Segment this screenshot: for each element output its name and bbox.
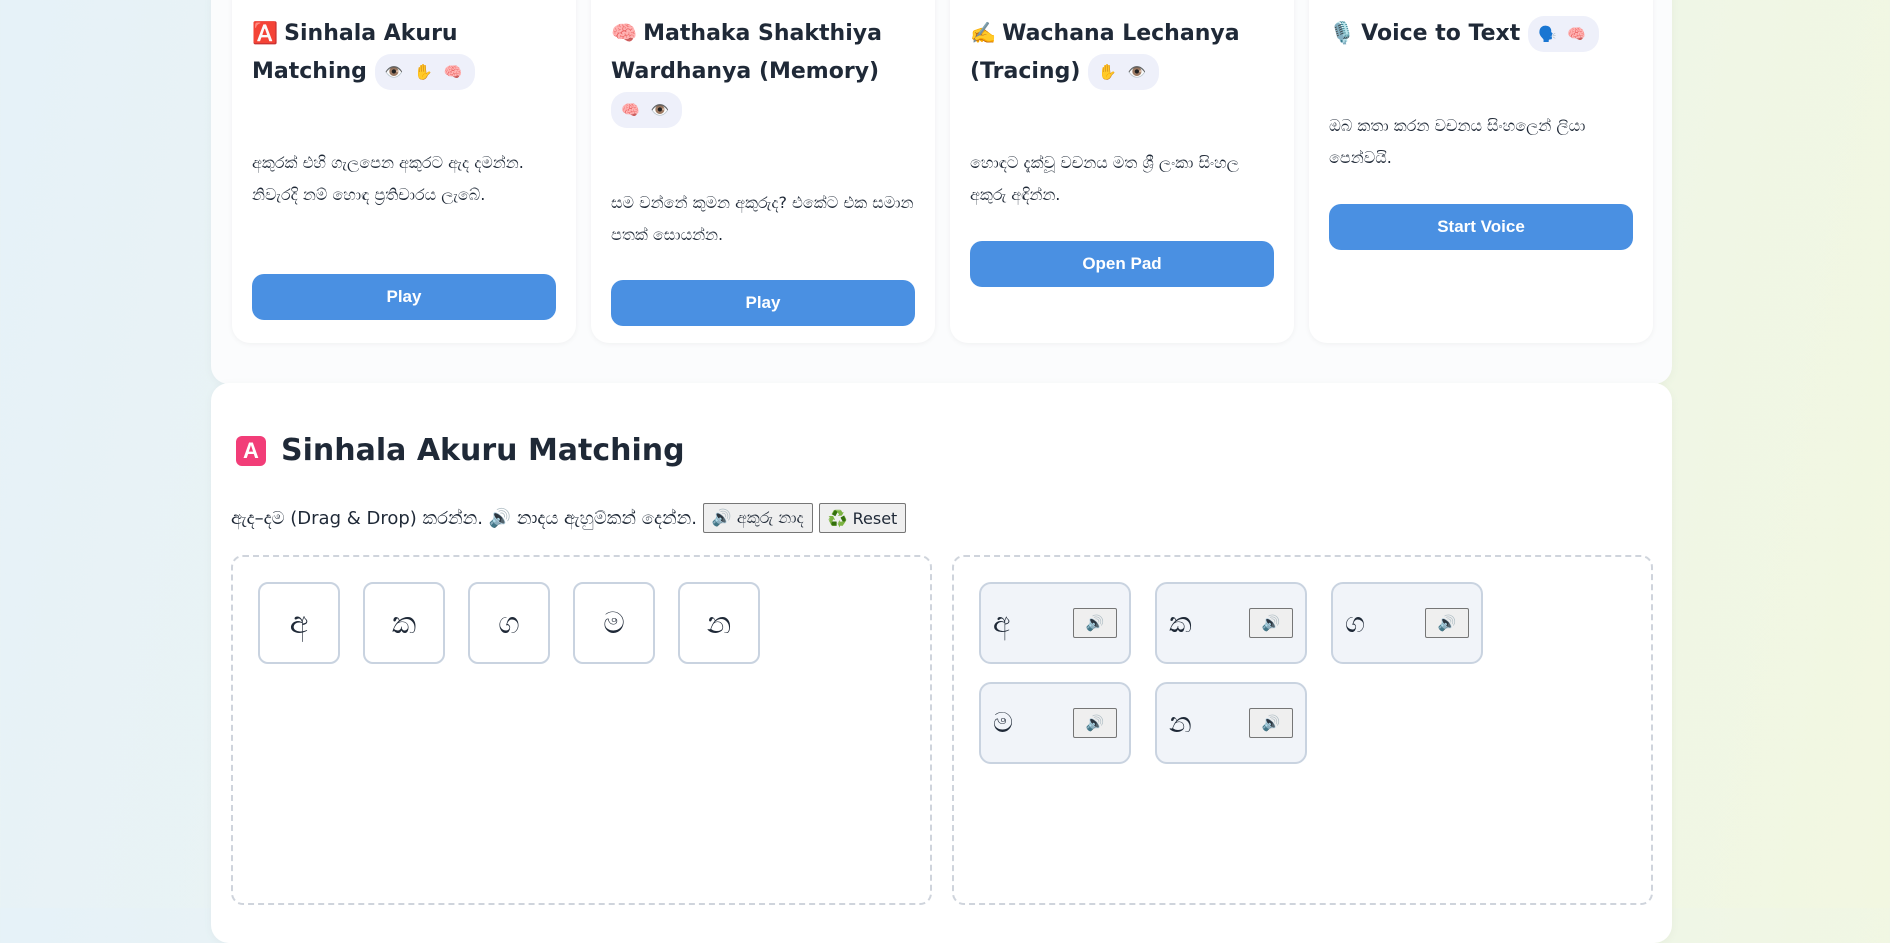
card-title: 🅰️ Sinhala Akuru Matching 👁️ ✋ 🧠 bbox=[252, 14, 568, 91]
speaker-icon[interactable]: 🔊 bbox=[1073, 608, 1117, 638]
play-button[interactable]: Play bbox=[611, 280, 915, 326]
play-letter-sounds-button[interactable]: 🔊 අකුරු නාද bbox=[702, 503, 813, 533]
letter-a-icon: A bbox=[236, 435, 266, 466]
writing-hand-icon: ✍️ bbox=[970, 21, 997, 45]
speaker-icon[interactable]: 🔊 bbox=[1073, 708, 1117, 738]
source-letters-zone[interactable]: අ ක ග ම න bbox=[231, 555, 932, 905]
brain-icon: 🧠 bbox=[611, 21, 638, 45]
draggable-letter-tile[interactable]: න bbox=[678, 582, 760, 664]
target-letter: න bbox=[1169, 706, 1192, 739]
speaker-icon[interactable]: 🔊 bbox=[1425, 608, 1469, 638]
card-title: ✍️ Wachana Lechanya (Tracing) ✋ 👁️ bbox=[970, 14, 1286, 91]
speaker-icon[interactable]: 🔊 bbox=[1249, 608, 1293, 638]
card-description: ඔබ කතා කරන වචනය සිංහලෙන් ලියා පෙන්වයි. bbox=[1329, 116, 1586, 167]
letter-a-icon: 🅰️ bbox=[252, 21, 279, 45]
target-drop-zone[interactable]: අ 🔊 ක 🔊 ග 🔊 ම 🔊 න 🔊 bbox=[952, 555, 1653, 905]
target-letter: ග bbox=[1345, 606, 1366, 639]
drop-target[interactable]: අ 🔊 bbox=[979, 582, 1131, 664]
start-voice-button[interactable]: Start Voice bbox=[1329, 204, 1633, 250]
games-panel: 🅰️ Sinhala Akuru Matching 👁️ ✋ 🧠 අකුරක් එ… bbox=[211, 0, 1672, 384]
drop-target[interactable]: ම 🔊 bbox=[979, 682, 1131, 764]
card-description: හොඳට දැක්වූ වචනය මත ශ්‍රී ලංකා සිංහල අකු… bbox=[970, 153, 1239, 204]
card-title: 🎙️ Voice to Text 🗣️ 🧠 bbox=[1329, 14, 1645, 53]
card-description: අකුරක් එහි ගැලපෙන අකුරට ඇද දමන්න. නිවැරද… bbox=[252, 153, 524, 204]
page-title: A Sinhala Akuru Matching bbox=[236, 433, 685, 468]
target-letter: අ bbox=[993, 606, 1011, 639]
draggable-letter-tile[interactable]: ග bbox=[468, 582, 550, 664]
speaker-icon[interactable]: 🔊 bbox=[1249, 708, 1293, 738]
game-panel: A Sinhala Akuru Matching ඇද–දම (Drag & D… bbox=[211, 383, 1672, 943]
game-card-voice: 🎙️ Voice to Text 🗣️ 🧠 ඔබ කතා කරන වචනය සිං… bbox=[1309, 0, 1653, 343]
reset-button[interactable]: ♻️ Reset bbox=[818, 503, 907, 533]
skill-tags: 🗣️ 🧠 bbox=[1527, 16, 1600, 52]
skill-tags: ✋ 👁️ bbox=[1088, 54, 1160, 90]
instructions-text: ඇද–දම (Drag & Drop) කරන්න. 🔊 නාදය ඇහුම්ක… bbox=[231, 507, 697, 529]
game-card-tracing: ✍️ Wachana Lechanya (Tracing) ✋ 👁️ හොඳට ද… bbox=[950, 0, 1294, 343]
card-description: සම වන්නේ කුමන අකුරුද? එකේට එක සමාන පතක් … bbox=[611, 193, 914, 244]
draggable-letter-tile[interactable]: ම bbox=[573, 582, 655, 664]
play-button[interactable]: Play bbox=[252, 274, 556, 320]
target-letter: ම bbox=[993, 706, 1014, 739]
game-card-memory: 🧠 Mathaka Shakthiya Wardhanya (Memory) 🧠 … bbox=[591, 0, 935, 343]
drop-target[interactable]: ක 🔊 bbox=[1155, 582, 1307, 664]
target-letter: ක bbox=[1169, 606, 1192, 639]
draggable-letter-tile[interactable]: අ bbox=[258, 582, 340, 664]
open-pad-button[interactable]: Open Pad bbox=[970, 241, 1274, 287]
skill-tags: 👁️ ✋ 🧠 bbox=[374, 54, 476, 90]
drop-target[interactable]: න 🔊 bbox=[1155, 682, 1307, 764]
draggable-letter-tile[interactable]: ක bbox=[363, 582, 445, 664]
skill-tags: 🧠 👁️ bbox=[611, 92, 683, 128]
game-card-akuru-matching: 🅰️ Sinhala Akuru Matching 👁️ ✋ 🧠 අකුරක් එ… bbox=[232, 0, 576, 343]
card-title: 🧠 Mathaka Shakthiya Wardhanya (Memory) 🧠 … bbox=[611, 14, 927, 129]
drop-target[interactable]: ග 🔊 bbox=[1331, 582, 1483, 664]
microphone-icon: 🎙️ bbox=[1329, 21, 1356, 45]
instructions-row: ඇද–දම (Drag & Drop) කරන්න. 🔊 නාදය ඇහුම්ක… bbox=[231, 503, 907, 533]
